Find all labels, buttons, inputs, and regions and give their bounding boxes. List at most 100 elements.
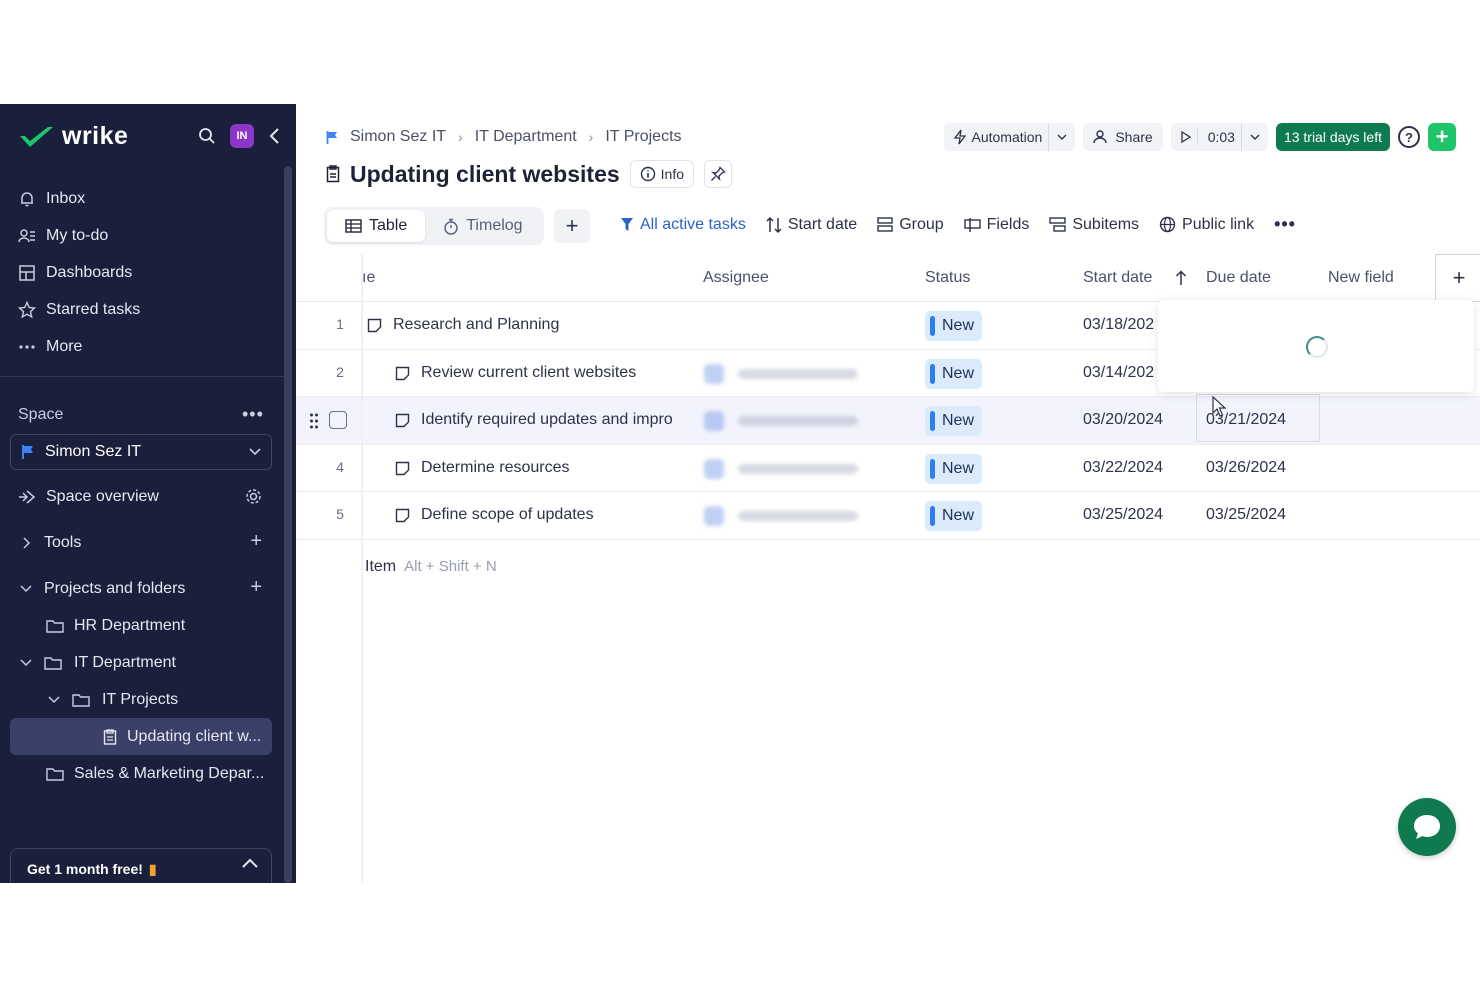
info-button[interactable]: Info	[629, 160, 695, 188]
space-selector[interactable]: Simon Sez IT	[10, 434, 272, 470]
overview-icon	[19, 489, 36, 504]
help-icon[interactable]: ?	[1398, 126, 1420, 148]
sidebar-item-my-todo[interactable]: My to-do	[18, 217, 278, 254]
start-date[interactable]: 03/18/202	[1083, 316, 1154, 334]
breadcrumb-projects[interactable]: IT Projects	[605, 128, 681, 146]
start-date[interactable]: 03/14/202	[1083, 364, 1154, 382]
add-new-button[interactable]: +	[1428, 123, 1456, 151]
status-badge[interactable]: New	[925, 501, 983, 531]
wrike-logo[interactable]: wrike	[18, 122, 128, 151]
search-icon[interactable]	[198, 127, 216, 145]
sort-button[interactable]: Start date	[766, 216, 857, 234]
tools-label: Tools	[44, 533, 82, 551]
due-date[interactable]: 03/25/2024	[1206, 506, 1286, 524]
column-status[interactable]: Status	[925, 269, 970, 287]
page-title[interactable]: Updating client websites	[350, 161, 620, 188]
assignee-blurred[interactable]	[704, 363, 858, 384]
avatar[interactable]: IN	[230, 124, 254, 148]
sort-ascending-icon[interactable]	[1175, 270, 1187, 286]
assignee-blurred[interactable]	[704, 506, 858, 526]
status-badge[interactable]: New	[925, 453, 983, 484]
task-name[interactable]: Review current client websites	[421, 364, 636, 382]
breadcrumb-department[interactable]: IT Department	[475, 128, 577, 146]
subitems-label: Subitems	[1072, 215, 1140, 233]
folder-icon	[46, 619, 64, 633]
automation-button[interactable]: Automation	[943, 123, 1076, 151]
play-icon[interactable]	[1181, 131, 1191, 143]
assignee-blurred[interactable]	[704, 411, 858, 431]
sidebar-item-inbox[interactable]: Inbox	[18, 180, 278, 217]
tab-timelog[interactable]: Timelog	[425, 210, 540, 242]
promo-banner[interactable]: Get 1 month free! ▮	[10, 848, 272, 883]
chat-button[interactable]	[1398, 798, 1456, 856]
column-start-date[interactable]: Start date	[1083, 269, 1152, 287]
sidebar-item-tools[interactable]: Tools +	[0, 524, 284, 561]
timer-control[interactable]: 0:03	[1170, 123, 1268, 151]
space-overview[interactable]: Space overview	[0, 478, 284, 515]
tree-item-it-projects[interactable]: IT Projects	[0, 681, 284, 718]
share-button[interactable]: Share	[1083, 123, 1163, 151]
add-view-button[interactable]: +	[554, 209, 590, 243]
chevron-up-icon[interactable]	[241, 857, 259, 869]
table-row[interactable]: 5 Define scope of updates New 03/25/2024…	[296, 492, 1480, 540]
assignee-blurred[interactable]	[704, 458, 858, 479]
tree-item-hr-department[interactable]: HR Department	[0, 607, 284, 644]
lightning-icon	[953, 129, 966, 145]
chevron-down-icon[interactable]	[1048, 123, 1075, 151]
chevron-down-icon[interactable]	[1240, 123, 1268, 151]
column-assignee[interactable]: Assignee	[703, 269, 769, 287]
status-bar	[930, 316, 935, 336]
pin-button[interactable]	[704, 160, 733, 188]
trial-days-button[interactable]: 13 trial days left	[1275, 123, 1390, 151]
project-icon	[326, 165, 340, 183]
start-date[interactable]: 03/25/2024	[1083, 506, 1163, 524]
column-new-field[interactable]: New field	[1328, 269, 1394, 287]
subitems-button[interactable]: Subitems	[1049, 216, 1139, 234]
space-more-icon[interactable]: •••	[242, 404, 264, 425]
status-badge[interactable]: New	[925, 406, 983, 436]
column-name[interactable]: ıe	[362, 269, 375, 287]
dots-icon	[19, 344, 35, 349]
sidebar-divider	[0, 376, 284, 377]
task-name[interactable]: Research and Planning	[393, 316, 559, 334]
add-project-icon[interactable]: +	[250, 576, 262, 599]
start-date[interactable]: 03/20/2024	[1083, 411, 1163, 429]
collapse-sidebar-icon[interactable]	[268, 127, 280, 145]
tree-item-it-department[interactable]: IT Department	[0, 644, 284, 681]
add-column-button[interactable]: +	[1435, 254, 1480, 302]
new-item-row[interactable]: Item Alt + Shift + N	[365, 558, 497, 576]
task-name[interactable]: Determine resources	[421, 459, 570, 477]
gear-icon[interactable]	[245, 488, 262, 505]
group-button[interactable]: Group	[877, 216, 944, 234]
fields-button[interactable]: Fields	[963, 216, 1029, 234]
tree-item-updating-client-websites[interactable]: Updating client w...	[10, 718, 272, 755]
table-row[interactable]: 4 Determine resources New 03/22/2024 03/…	[296, 445, 1480, 492]
public-link-button[interactable]: Public link	[1159, 216, 1254, 234]
tree-item-label: HR Department	[74, 616, 186, 634]
sidebar-scrollbar[interactable]	[284, 166, 292, 883]
breadcrumb-space[interactable]: Simon Sez IT	[350, 128, 446, 146]
drag-handle-icon[interactable]	[309, 412, 319, 430]
row-checkbox[interactable]	[329, 411, 347, 429]
tree-item-sales-marketing[interactable]: Sales & Marketing Depar...	[0, 755, 284, 792]
share-user-icon	[1093, 130, 1108, 144]
table-left-divider	[361, 254, 363, 883]
column-due-date[interactable]: Due date	[1206, 269, 1271, 287]
status-badge[interactable]: New	[925, 311, 983, 341]
tab-table[interactable]: Table	[327, 210, 426, 242]
more-options-icon[interactable]: •••	[1274, 214, 1296, 235]
sidebar-item-more[interactable]: More	[18, 328, 278, 365]
task-name[interactable]: Define scope of updates	[421, 506, 594, 524]
due-date[interactable]: 03/26/2024	[1206, 459, 1286, 477]
add-tool-icon[interactable]: +	[250, 530, 262, 553]
status-badge[interactable]: New	[925, 358, 983, 389]
sidebar-item-projects-folders[interactable]: Projects and folders +	[0, 570, 284, 607]
sidebar-tree: Space overview Tools + Projects and fold…	[0, 478, 284, 792]
filter-button[interactable]: All active tasks	[620, 216, 746, 234]
start-date[interactable]: 03/22/2024	[1083, 459, 1163, 477]
task-name[interactable]: Identify required updates and impro	[421, 411, 679, 429]
chevron-right-icon	[23, 536, 30, 549]
sidebar-item-dashboards[interactable]: Dashboards	[18, 254, 278, 291]
loading-spinner-icon	[1306, 336, 1328, 358]
sidebar-item-starred[interactable]: Starred tasks	[18, 291, 278, 328]
